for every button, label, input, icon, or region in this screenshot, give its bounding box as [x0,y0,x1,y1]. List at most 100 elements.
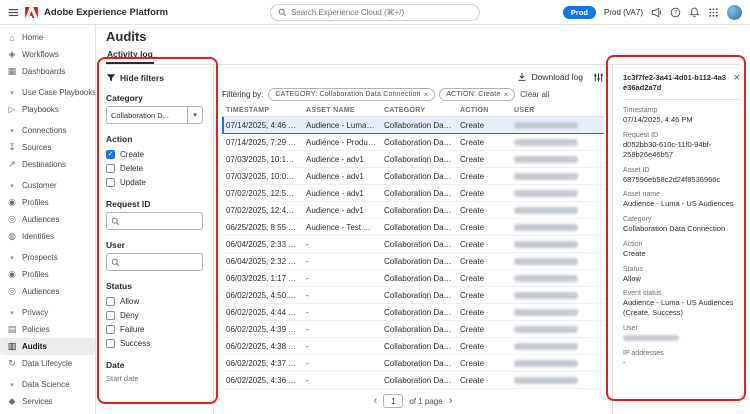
request-id-input[interactable] [123,216,198,226]
clear-all-button[interactable]: Clear all [520,90,549,99]
checkbox-icon [106,338,115,348]
status-failure-checkbox[interactable]: Failure [106,322,203,336]
audit-table: TIMESTAMP ASSET NAME CATEGORY ACTION USER 07… [222,105,604,389]
sidebar-section-use-case-playbooks[interactable]: ▾ Use Case Playbooks [0,84,95,101]
sidebar-item-audits[interactable]: ▥ Audits [0,338,95,355]
redacted-user-text [514,308,578,316]
sidebar-item-profiles[interactable]: ◉ Profiles [0,194,95,211]
table-row[interactable]: 07/03/2025, 10:01 AM Audience - adv1 Colla… [222,167,604,185]
sidebar-item-playbooks[interactable]: ▷ Playbooks [0,101,95,118]
help-icon[interactable]: ? [670,7,681,18]
table-row[interactable]: 06/02/2025, 4:37 PM - Collaboration Data C… [222,354,604,372]
redacted-user-text [514,359,578,367]
table-row[interactable]: 07/14/2025, 7:29 AM Audience - Production… [222,133,604,151]
sidebar-item-destinations[interactable]: ↗ Destinations [0,156,95,173]
sidebar-item-services[interactable]: ◆ Services [0,393,95,410]
table-row[interactable]: 07/02/2025, 12:57 PM Audience - adv1 Colla… [222,184,604,202]
sidebar-section-data-science[interactable]: ▾ Data Science [0,376,95,393]
sidebar-section-connections[interactable]: ▾ Connections [0,122,95,139]
sandbox-switcher[interactable]: Prod (VA7) [604,8,643,17]
notifications-bell-icon[interactable] [689,7,700,18]
table-row[interactable]: 07/03/2025, 10:10 AM Audience - adv1 Colla… [222,150,604,168]
action-delete-checkbox[interactable]: Delete [106,161,203,175]
remove-filter-icon[interactable]: × [503,90,508,99]
checkbox-icon [106,310,115,320]
chevron-down-icon: ▾ [10,127,14,135]
home-icon: ⌂ [9,32,15,43]
start-date-field[interactable]: Start date [106,374,203,383]
table-row[interactable]: 06/25/2025, 8:55 AMAudience - Test AAM A… [222,218,604,236]
sidebar-item-audiences[interactable]: ◎ Audiences [0,283,95,300]
category-dropdown-value: Collaboration D... [111,110,169,120]
status-label: Status [106,281,132,291]
user-avatar[interactable] [727,4,742,20]
prod-button[interactable]: Prod [562,5,597,19]
table-row[interactable]: 06/04/2025, 2:32 PM - Collaboration Data C… [222,252,604,270]
status-allow-checkbox[interactable]: Allow [106,294,203,308]
user-input[interactable] [123,257,198,267]
sidebar-item-profiles[interactable]: ◉ Profiles [0,266,95,283]
download-log-button[interactable]: Download log [517,72,583,82]
column-header-action[interactable]: ACTION [456,105,510,117]
redacted-user-text [514,223,578,231]
category-dropdown[interactable]: Collaboration D... ▾ [106,106,203,124]
request-id-search[interactable] [106,212,203,230]
column-header-timestamp[interactable]: TIMESTAMP [222,105,302,117]
table-settings-icon[interactable] [593,72,604,83]
prev-page-icon[interactable]: ‹ [374,395,378,407]
sidebar-item-policies[interactable]: ▤ Policies [0,321,95,338]
pagination: ‹ 1 of 1 page › [222,394,604,408]
user-label: User [106,240,125,250]
table-row[interactable]: 06/02/2025, 4:39 PM - Collaboration Data C… [222,320,604,338]
table-row[interactable]: 06/02/2025, 4:50 PM - Collaboration Data C… [222,286,604,304]
global-search-input[interactable] [291,8,472,17]
table-row[interactable]: 07/02/2025, 12:49 PM Audience - adv1 Colla… [222,201,604,219]
action-create-checkbox[interactable]: ✓ Create [106,147,203,161]
redacted-user-text [514,155,578,163]
page-count-label: of 1 page [409,396,443,406]
audiences-icon: ◎ [8,214,16,224]
user-search[interactable] [106,253,203,271]
status-checkbox-group: Allow Deny Failure Success [106,294,203,350]
sidebar-item-dashboards[interactable]: ▦ Dashboards [0,63,95,80]
column-header-category[interactable]: CATEGORY [380,105,456,117]
sidebar-item-identities[interactable]: ◍ Identities [0,228,95,245]
sidebar-item-home[interactable]: ⌂ Home [0,29,95,46]
action-update-checkbox[interactable]: Update [106,175,203,189]
menu-icon[interactable] [8,7,19,18]
hide-filters-label: Hide filters [120,73,164,83]
sidebar-item-audiences[interactable]: ◎ Audiences [0,211,95,228]
hide-filters-button[interactable]: Hide filters [106,73,203,83]
sidebar-section-privacy[interactable]: ▾ Privacy [0,304,95,321]
announcements-icon[interactable] [651,7,662,18]
status-success-checkbox[interactable]: Success [106,336,203,350]
sidebar-section-customer[interactable]: ▾ Customer [0,177,95,194]
sidebar-item-sources[interactable]: ↧ Sources [0,139,95,156]
close-icon[interactable]: × [734,73,740,84]
global-search[interactable] [270,4,480,21]
redacted-user-text [514,291,578,299]
column-header-asset-name[interactable]: ASSET NAME [302,105,380,117]
redacted-user-text [514,240,578,248]
sidebar-item-workflows[interactable]: ◈ Workflows [0,46,95,63]
sidebar-item-data-lifecycle[interactable]: ↻ Data Lifecycle [0,355,95,372]
audit-table-body: 07/14/2025, 4:46 PMAudience - Luma - US … [222,116,604,389]
table-row[interactable]: 06/04/2025, 2:33 PM - Collaboration Data C… [222,235,604,253]
table-row[interactable]: 06/02/2025, 4:36 PM - Collaboration Data C… [222,371,604,389]
policies-icon: ▤ [7,324,17,334]
table-row[interactable]: 06/02/2025, 4:38 PM - Collaboration Data C… [222,337,604,355]
table-row[interactable]: 06/03/2025, 1:17 PM - Collaboration Data C… [222,269,604,287]
detail-field: Timestamp 07/14/2025, 4:46 PM [623,107,693,125]
app-switcher-icon[interactable] [708,7,719,18]
table-row[interactable]: 07/14/2025, 4:46 PMAudience - Luma - US … [222,116,604,134]
tab-activity-log[interactable]: Activity log [106,47,154,64]
remove-filter-icon[interactable]: × [424,90,429,99]
search-icon [278,8,287,17]
detail-field: IP addresses - [623,349,664,367]
sidebar-section-prospects[interactable]: ▾ Prospects [0,249,95,266]
status-deny-checkbox[interactable]: Deny [106,308,203,322]
next-page-icon[interactable]: › [449,395,453,407]
page-number-input[interactable]: 1 [383,394,404,408]
column-header-user[interactable]: USER [510,105,604,117]
table-row[interactable]: 06/02/2025, 4:44 PM - Collaboration Data C… [222,303,604,321]
